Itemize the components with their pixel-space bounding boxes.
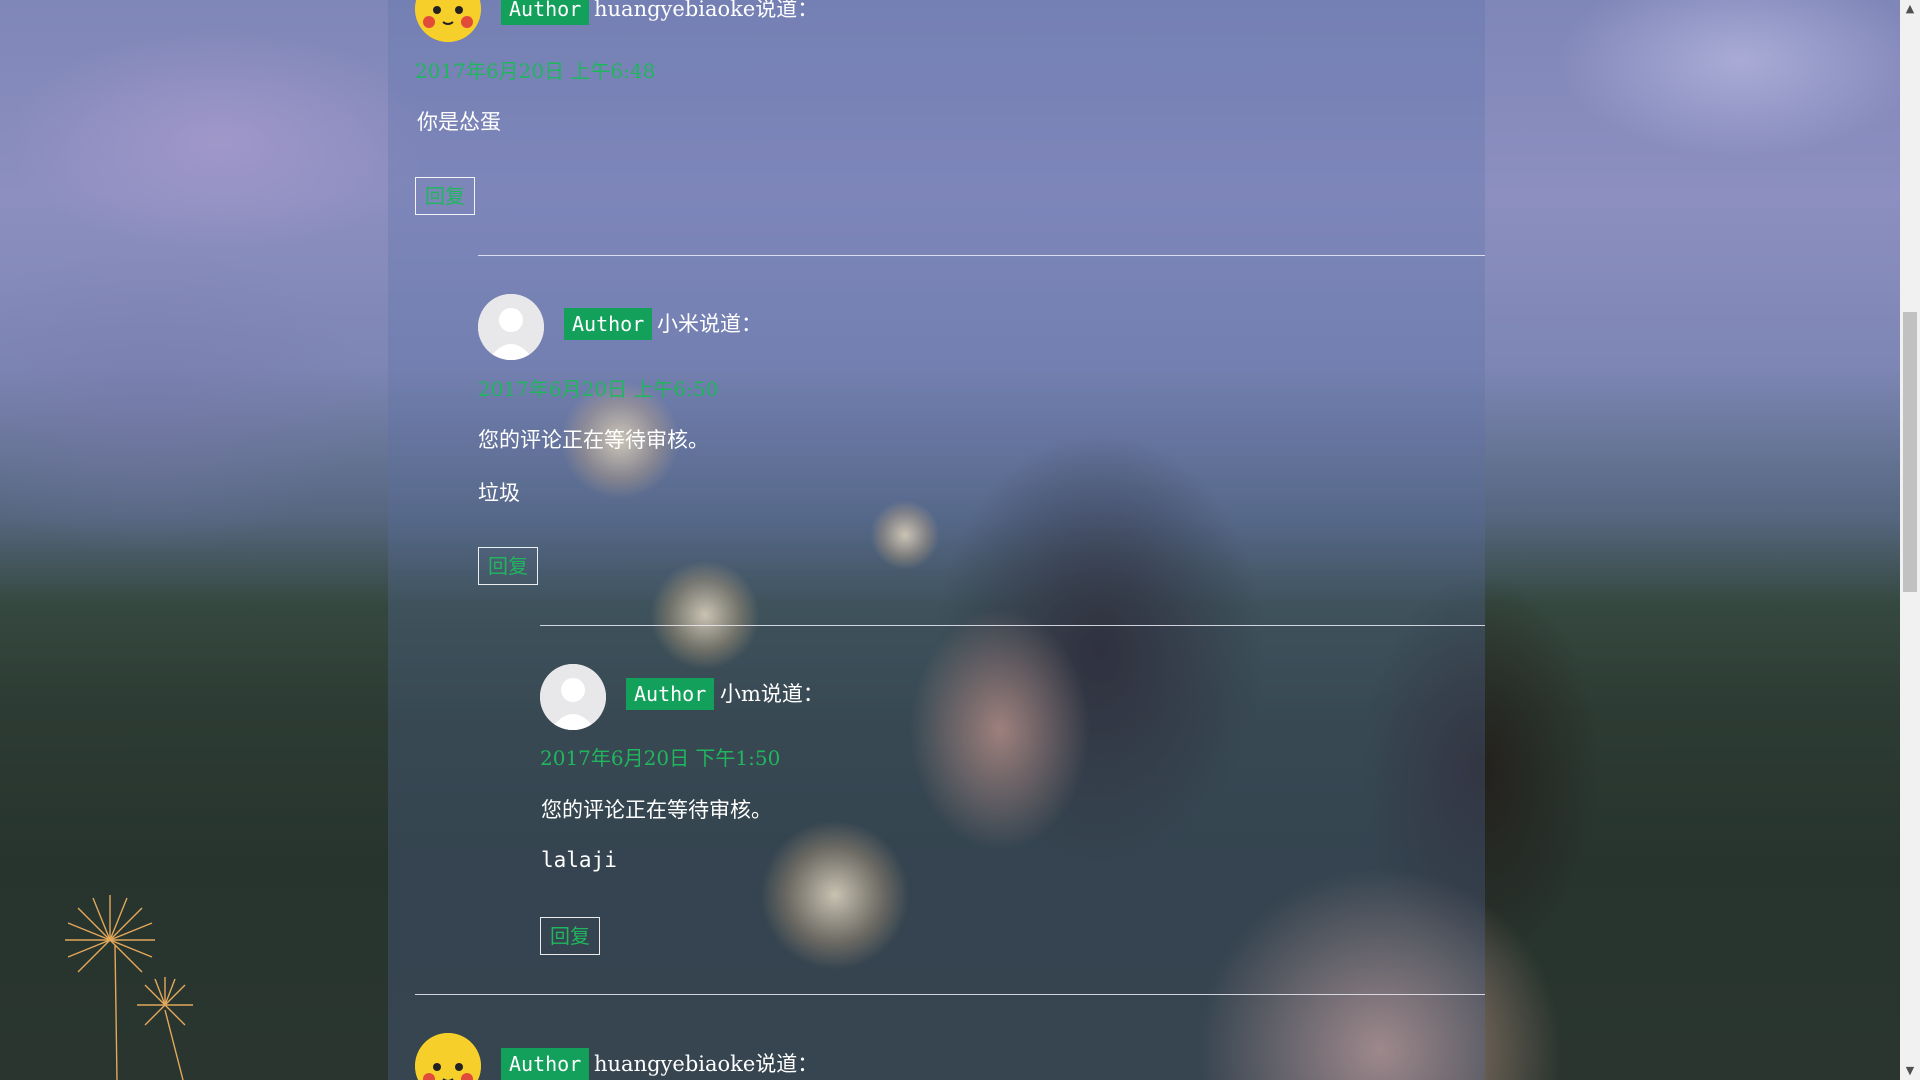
author-badge: Author xyxy=(501,1048,590,1080)
comment-date-link[interactable]: 2017年6月20日 上午6:48 xyxy=(415,55,655,84)
reply-button[interactable]: 回复 xyxy=(415,177,475,215)
comment-author-line: huangyebiaoke说道： xyxy=(594,0,819,21)
vertical-scrollbar[interactable]: ▲ ▼ xyxy=(1900,0,1920,1080)
comment-text: 你是怂蛋 xyxy=(417,110,501,134)
scrollbar-thumb[interactable] xyxy=(1903,312,1917,592)
author-badge: Author xyxy=(626,678,715,710)
comment-author-line: 小m说道： xyxy=(720,682,824,706)
reply-button[interactable]: 回复 xyxy=(478,547,538,585)
comment-text: 垃圾 xyxy=(478,481,520,505)
scroll-up-arrow-icon[interactable]: ▲ xyxy=(1900,0,1920,18)
comment-date-link[interactable]: 2017年6月20日 上午6:50 xyxy=(478,373,718,402)
comment-text: lalaji xyxy=(541,848,617,872)
comment-date-link[interactable]: 2017年6月20日 下午1:50 xyxy=(540,742,780,771)
moderation-notice: 您的评论正在等待审核。 xyxy=(478,428,709,452)
comment-divider xyxy=(415,994,1485,995)
default-user-avatar xyxy=(540,664,606,730)
reply-button[interactable]: 回复 xyxy=(540,917,600,955)
comment-divider xyxy=(478,255,1485,256)
comment-author-line: 小米说道： xyxy=(657,312,762,336)
author-badge: Author xyxy=(501,0,590,25)
comment-author-line: huangyebiaoke说道： xyxy=(594,1052,819,1076)
moderation-notice: 您的评论正在等待审核。 xyxy=(541,798,772,822)
default-user-avatar xyxy=(478,294,544,360)
author-badge: Author xyxy=(564,308,653,340)
comment-divider xyxy=(540,625,1485,626)
dandelion-decoration xyxy=(65,895,193,1080)
scroll-down-arrow-icon[interactable]: ▼ xyxy=(1900,1062,1920,1080)
